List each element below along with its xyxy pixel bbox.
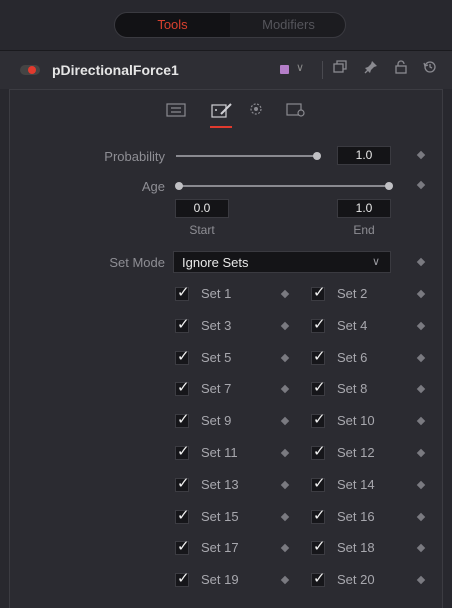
age-end-handle[interactable] bbox=[385, 182, 393, 190]
set-label: Set 1 bbox=[201, 286, 232, 301]
set-label: Set 11 bbox=[201, 445, 238, 460]
tool-name: pDirectionalForce1 bbox=[52, 62, 179, 78]
set-label: Set 12 bbox=[337, 445, 375, 460]
set-label: Set 17 bbox=[201, 540, 239, 555]
set-checkbox[interactable]: ✓ bbox=[175, 411, 190, 428]
toggle-on-indicator bbox=[28, 66, 36, 74]
age-end-field[interactable]: 1.0 bbox=[337, 199, 391, 218]
checkmark-icon: ✓ bbox=[177, 379, 190, 396]
tool-header: pDirectionalForce1 ∨ bbox=[0, 50, 452, 89]
set-checkbox[interactable]: ✓ bbox=[311, 507, 326, 524]
set-label: Set 19 bbox=[201, 572, 239, 587]
probability-label: Probability bbox=[104, 149, 165, 164]
set-checkbox[interactable]: ✓ bbox=[175, 507, 190, 524]
probability-value-field[interactable]: 1.0 bbox=[337, 146, 391, 165]
set-checkbox[interactable]: ✓ bbox=[175, 538, 190, 555]
checkmark-icon: ✓ bbox=[313, 411, 326, 428]
set-label: Set 15 bbox=[201, 509, 239, 524]
set-label: Set 8 bbox=[337, 381, 368, 396]
set-checkbox[interactable]: ✓ bbox=[311, 379, 326, 396]
checkmark-icon: ✓ bbox=[177, 411, 190, 428]
checkmark-icon: ✓ bbox=[177, 443, 190, 460]
set-checkbox[interactable]: ✓ bbox=[311, 411, 326, 428]
checkmark-icon: ✓ bbox=[177, 284, 190, 301]
active-tab-indicator bbox=[210, 126, 232, 128]
checkmark-icon: ✓ bbox=[313, 475, 326, 492]
set-label: Set 20 bbox=[337, 572, 375, 587]
set-mode-value: Ignore Sets bbox=[182, 255, 249, 270]
set-label: Set 4 bbox=[337, 318, 368, 333]
tab-tools[interactable]: Tools bbox=[115, 13, 230, 37]
set-checkbox[interactable]: ✓ bbox=[175, 316, 190, 333]
checkmark-icon: ✓ bbox=[177, 475, 190, 492]
checkmark-icon: ✓ bbox=[313, 443, 326, 460]
set-checkbox[interactable]: ✓ bbox=[175, 475, 190, 492]
set-checkbox[interactable]: ✓ bbox=[311, 475, 326, 492]
chevron-down-icon: ∨ bbox=[371, 256, 380, 268]
divider bbox=[322, 61, 323, 79]
probability-slider-handle[interactable] bbox=[313, 152, 321, 160]
set-label: Set 10 bbox=[337, 413, 375, 428]
probability-slider-track[interactable] bbox=[176, 155, 318, 157]
age-start-label: Start bbox=[189, 223, 215, 237]
reset-icon[interactable] bbox=[423, 60, 437, 77]
set-label: Set 5 bbox=[201, 350, 232, 365]
set-label: Set 7 bbox=[201, 381, 232, 396]
checkmark-icon: ✓ bbox=[177, 507, 190, 524]
checkmark-icon: ✓ bbox=[177, 348, 190, 365]
checkmark-icon: ✓ bbox=[177, 316, 190, 333]
set-checkbox[interactable]: ✓ bbox=[311, 284, 326, 301]
settings-tab-icon[interactable] bbox=[286, 102, 306, 118]
region-tab-icon[interactable] bbox=[246, 102, 266, 118]
set-checkbox[interactable]: ✓ bbox=[311, 348, 326, 365]
set-mode-dropdown[interactable]: Ignore Sets ∨ bbox=[173, 251, 391, 273]
inspector-panel bbox=[9, 89, 443, 608]
set-label: Set 16 bbox=[337, 509, 375, 524]
checkmark-icon: ✓ bbox=[313, 507, 326, 524]
set-label: Set 9 bbox=[201, 413, 232, 428]
pin-icon[interactable] bbox=[364, 60, 378, 77]
set-label: Set 18 bbox=[337, 540, 375, 555]
checkmark-icon: ✓ bbox=[313, 316, 326, 333]
set-label: Set 13 bbox=[201, 477, 239, 492]
set-mode-label: Set Mode bbox=[109, 255, 165, 270]
checkmark-icon: ✓ bbox=[177, 570, 190, 587]
set-label: Set 2 bbox=[337, 286, 368, 301]
lock-icon[interactable] bbox=[394, 60, 408, 77]
chevron-down-icon[interactable]: ∨ bbox=[296, 61, 304, 74]
set-checkbox[interactable]: ✓ bbox=[175, 443, 190, 460]
age-start-field[interactable]: 0.0 bbox=[175, 199, 229, 218]
style-tab-icon[interactable] bbox=[211, 102, 233, 118]
checkmark-icon: ✓ bbox=[313, 538, 326, 555]
set-checkbox[interactable]: ✓ bbox=[175, 284, 190, 301]
top-bar: Tools Modifiers bbox=[0, 0, 452, 46]
controls-tab-icon[interactable] bbox=[166, 102, 186, 118]
set-checkbox[interactable]: ✓ bbox=[311, 316, 326, 333]
version-icon[interactable] bbox=[333, 60, 347, 77]
set-label: Set 6 bbox=[337, 350, 368, 365]
set-checkbox[interactable]: ✓ bbox=[175, 348, 190, 365]
set-checkbox[interactable]: ✓ bbox=[311, 570, 326, 587]
age-range-track[interactable] bbox=[180, 185, 390, 187]
age-start-handle[interactable] bbox=[175, 182, 183, 190]
set-label: Set 3 bbox=[201, 318, 232, 333]
inspector-tabs: Tools Modifiers bbox=[114, 12, 346, 38]
color-swatch[interactable] bbox=[280, 65, 289, 74]
age-label: Age bbox=[141, 179, 165, 194]
age-end-label: End bbox=[353, 223, 375, 237]
tab-modifiers[interactable]: Modifiers bbox=[231, 13, 345, 37]
checkmark-icon: ✓ bbox=[177, 538, 190, 555]
set-label: Set 14 bbox=[337, 477, 375, 492]
set-checkbox[interactable]: ✓ bbox=[311, 443, 326, 460]
set-checkbox[interactable]: ✓ bbox=[175, 570, 190, 587]
tool-enable-toggle[interactable] bbox=[20, 65, 40, 75]
checkmark-icon: ✓ bbox=[313, 284, 326, 301]
set-checkbox[interactable]: ✓ bbox=[311, 538, 326, 555]
checkmark-icon: ✓ bbox=[313, 570, 326, 587]
set-checkbox[interactable]: ✓ bbox=[175, 379, 190, 396]
checkmark-icon: ✓ bbox=[313, 379, 326, 396]
checkmark-icon: ✓ bbox=[313, 348, 326, 365]
